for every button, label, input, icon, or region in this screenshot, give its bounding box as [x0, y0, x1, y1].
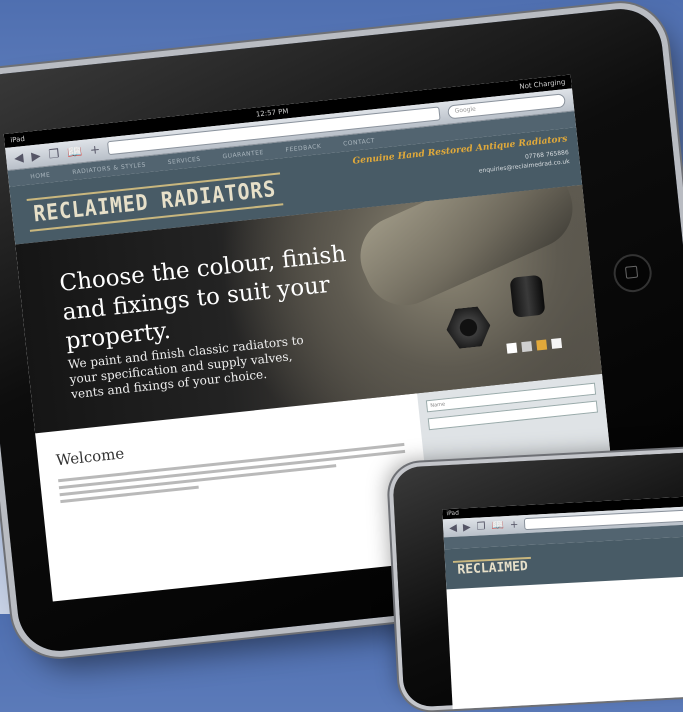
tabs-icon[interactable]: ❐	[48, 146, 60, 161]
forward-icon[interactable]: ▶	[31, 148, 42, 163]
nav-contact[interactable]: CONTACT	[343, 137, 376, 147]
swatch-2[interactable]	[521, 341, 533, 353]
swatch-1[interactable]	[506, 342, 518, 354]
bookmarks-icon[interactable]: 📖	[491, 520, 504, 532]
back-icon[interactable]: ◀	[14, 150, 25, 165]
swatch-3[interactable]	[536, 339, 548, 351]
contact-info: 07768 765886 enquiries@reclaimedrad.co.u…	[477, 148, 570, 175]
nav-feedback[interactable]: FEEDBACK	[285, 142, 321, 153]
scene: iPad 12:57 PM Not Charging ◀ ▶ ❐ 📖 + Goo…	[0, 0, 683, 710]
add-icon[interactable]: +	[89, 142, 100, 157]
valve-cap-image	[509, 274, 546, 318]
ipad-device-secondary: iPad ◀ ▶ ❐ 📖 + RECLAIMED	[392, 450, 683, 710]
add-icon[interactable]: +	[510, 519, 519, 530]
hex-nut-image	[444, 305, 492, 349]
forward-icon[interactable]: ▶	[463, 521, 471, 532]
swatch-4[interactable]	[551, 337, 563, 349]
clock: 12:57 PM	[255, 107, 289, 119]
slide-indicators	[506, 337, 563, 354]
ipad-screen-secondary: iPad ◀ ▶ ❐ 📖 + RECLAIMED	[442, 494, 683, 710]
hero-heading: Choose the colour, finish and fixings to…	[58, 241, 348, 355]
nav-services[interactable]: SERVICES	[167, 155, 201, 165]
bookmarks-icon[interactable]: 📖	[66, 144, 82, 159]
text-line	[59, 464, 337, 497]
nav-guarantee[interactable]: GUARANTEE	[222, 149, 264, 160]
nav-home[interactable]: HOME	[30, 171, 51, 180]
home-button[interactable]	[611, 252, 654, 294]
site-logo[interactable]: RECLAIMED	[452, 556, 533, 578]
back-icon[interactable]: ◀	[449, 522, 457, 533]
carrier-label: iPad	[9, 134, 26, 145]
tabs-icon[interactable]: ❐	[476, 521, 486, 532]
